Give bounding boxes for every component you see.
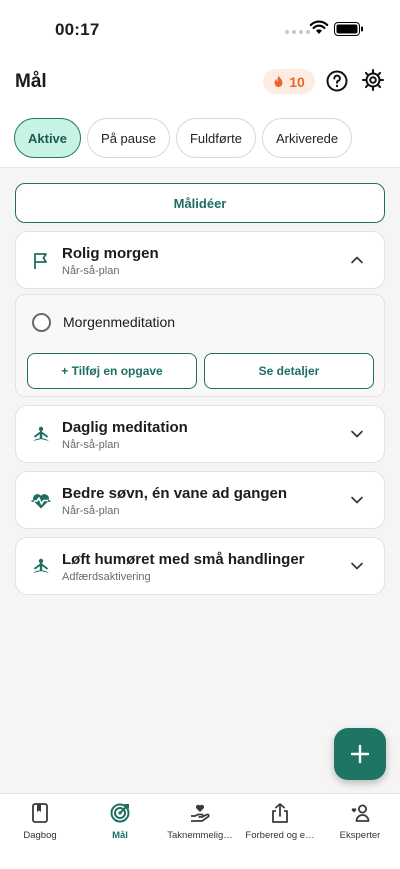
wifi-icon xyxy=(309,20,329,34)
goal-filter-tabs: Aktive På pause Fuldførte Arkiverede xyxy=(0,108,400,167)
chevron-down-icon[interactable] xyxy=(350,427,364,441)
goal-subtitle: Når-så-plan xyxy=(62,265,120,277)
goal-subtitle: Når-så-plan xyxy=(62,505,120,517)
top-area: 00:17 Mål 10 Aktive På pause Fuldførte A… xyxy=(0,0,400,168)
goal-card[interactable]: Rolig morgen Når-så-plan xyxy=(15,231,385,289)
goal-title: Daglig meditation xyxy=(62,419,188,436)
page-header: Mål 10 xyxy=(0,58,400,108)
nav-label: Forbered og e… xyxy=(245,830,315,841)
meditation-icon xyxy=(33,426,49,441)
chevron-down-icon[interactable] xyxy=(350,493,364,507)
battery-icon xyxy=(334,22,363,36)
goals-list: Målidéer Rolig morgen Når-så-plan Morgen… xyxy=(0,168,400,595)
goal-title: Rolig morgen xyxy=(62,245,159,262)
chevron-up-icon[interactable] xyxy=(350,253,364,267)
cellular-signal-icon xyxy=(285,30,310,34)
share-icon xyxy=(272,803,288,823)
help-icon xyxy=(326,70,348,92)
plus-icon xyxy=(350,744,370,764)
nav-gratitude[interactable]: Taknemmelig… xyxy=(160,794,240,869)
nav-goals[interactable]: Mål xyxy=(80,794,160,869)
experts-icon xyxy=(351,804,370,822)
tab-completed[interactable]: Fuldførte xyxy=(175,118,256,158)
see-details-button[interactable]: Se detaljer xyxy=(204,353,374,389)
bottom-navigation: Dagbog Mål Taknemmelig… Forbered og e… E… xyxy=(0,793,400,869)
hand-heart-icon xyxy=(191,804,210,822)
goal-card[interactable]: Bedre søvn, én vane ad gangen Når-så-pla… xyxy=(15,471,385,529)
book-icon xyxy=(32,803,48,823)
nav-label: Dagbog xyxy=(23,830,57,841)
nav-label: Mål xyxy=(112,830,128,841)
status-time: 00:17 xyxy=(55,20,100,39)
goal-subtitle: Når-så-plan xyxy=(62,439,120,451)
add-goal-button[interactable] xyxy=(334,728,386,780)
gear-icon xyxy=(362,69,384,91)
task-checkbox[interactable] xyxy=(32,313,51,332)
heart-pulse-icon xyxy=(31,494,51,509)
goal-subtitle: Adfærdsaktivering xyxy=(62,571,151,583)
nav-label: Eksperter xyxy=(339,830,381,841)
streak-badge[interactable]: 10 xyxy=(263,69,315,94)
goal-ideas-button[interactable]: Målidéer xyxy=(15,183,385,223)
goal-card[interactable]: Daglig meditation Når-så-plan xyxy=(15,405,385,463)
flame-icon xyxy=(274,75,283,87)
add-task-button[interactable]: + Tilføj en opgave xyxy=(27,353,197,389)
meditation-icon xyxy=(33,558,49,573)
goal-title: Løft humøret med små handlinger xyxy=(62,551,305,568)
nav-label: Taknemmelig… xyxy=(167,830,233,841)
nav-experts[interactable]: Eksperter xyxy=(320,794,400,869)
task-label: Morgenmeditation xyxy=(63,314,176,330)
chevron-down-icon[interactable] xyxy=(350,559,364,573)
target-icon xyxy=(110,803,130,823)
tab-archived[interactable]: Arkiverede xyxy=(261,118,353,158)
help-button[interactable] xyxy=(325,69,349,93)
nav-prepare[interactable]: Forbered og e… xyxy=(240,794,320,869)
tab-paused[interactable]: På pause xyxy=(87,118,170,158)
streak-count: 10 xyxy=(289,73,305,90)
nav-journal[interactable]: Dagbog xyxy=(0,794,80,869)
flag-icon xyxy=(34,253,47,269)
tab-active[interactable]: Aktive xyxy=(14,118,82,158)
goal-title: Bedre søvn, én vane ad gangen xyxy=(62,485,288,502)
goal-expanded-panel: Morgenmeditation + Tilføj en opgave Se d… xyxy=(15,294,385,397)
page-title: Mål xyxy=(15,71,47,92)
status-bar: 00:17 xyxy=(0,0,400,58)
goal-card[interactable]: Løft humøret med små handlinger Adfærdsa… xyxy=(15,537,385,595)
settings-button[interactable] xyxy=(361,68,385,92)
